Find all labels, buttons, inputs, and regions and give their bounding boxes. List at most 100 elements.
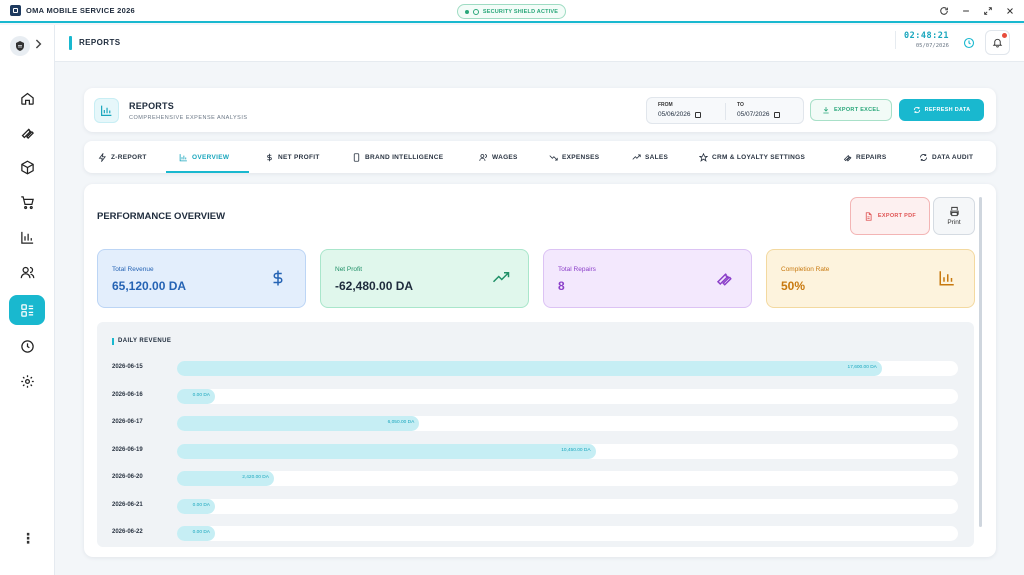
tab-label: NET PROFIT xyxy=(278,153,320,161)
tab-label: OVERVIEW xyxy=(192,153,230,161)
shield-icon xyxy=(472,8,479,15)
clock-icon xyxy=(20,339,34,353)
bar-chart-icon xyxy=(94,98,119,123)
status-dot-icon xyxy=(464,9,469,14)
revenue-date: 2026-06-20 xyxy=(112,474,143,480)
nav-stats[interactable] xyxy=(9,222,45,252)
users-icon xyxy=(479,153,487,161)
tab-brand-intelligence[interactable]: BRAND INTELLIGENCE xyxy=(352,141,443,173)
tab-label: EXPENSES xyxy=(562,153,600,161)
to-date-input[interactable]: 05/07/2026 xyxy=(737,111,780,118)
notification-dot xyxy=(1002,33,1007,38)
security-status-badge: SECURITY SHIELD ACTIVE xyxy=(457,4,566,19)
revenue-date: 2026-06-19 xyxy=(112,446,143,453)
to-label: TO xyxy=(737,102,744,108)
export-pdf-button[interactable]: EXPORT PDF xyxy=(850,197,930,235)
tab-data-audit[interactable]: DATA AUDIT xyxy=(919,141,973,173)
stat-value: 8 xyxy=(558,279,565,293)
minimize-button[interactable] xyxy=(958,2,974,20)
bell-icon xyxy=(992,38,1003,48)
expand-sidebar-icon[interactable] xyxy=(34,39,42,52)
tab-sales[interactable]: SALES xyxy=(632,141,668,173)
tab-label: WAGES xyxy=(492,153,518,161)
revenue-bar: 10,450.00 DA xyxy=(177,443,596,459)
tab-z-report[interactable]: Z-REPORT xyxy=(98,141,147,173)
tab-expenses[interactable]: EXPENSES xyxy=(549,141,599,173)
stat-card-total-repairs: Total Repairs 8 xyxy=(543,249,752,308)
from-date-input[interactable]: 05/06/2026 xyxy=(658,111,701,118)
security-status-label: SECURITY SHIELD ACTIVE xyxy=(482,8,559,15)
section-accent-bar xyxy=(112,338,114,345)
restore-button[interactable] xyxy=(980,2,996,20)
tab-label: BRAND INTELLIGENCE xyxy=(365,153,444,161)
revenue-bar: 0.00 DA xyxy=(177,526,215,541)
brand-logo-icon[interactable] xyxy=(10,36,30,56)
nav-users[interactable] xyxy=(9,257,45,287)
stat-value: 50% xyxy=(781,279,806,293)
export-pdf-label: EXPORT PDF xyxy=(877,213,917,219)
report-icon xyxy=(20,303,33,317)
revenue-row: 2026-06-17 6,050.00 DA xyxy=(112,414,958,432)
revenue-bar-track: 0.00 DA xyxy=(177,526,958,541)
close-button[interactable] xyxy=(1002,2,1018,20)
phone-icon xyxy=(353,152,360,162)
wrench-icon xyxy=(21,127,34,139)
bar-chart-icon xyxy=(20,231,33,244)
star-icon xyxy=(699,152,708,162)
nav-settings[interactable] xyxy=(9,366,45,396)
revenue-date: 2026-06-17 xyxy=(112,419,143,425)
tab-label: SALES xyxy=(645,153,669,161)
date-range: FROM 05/06/2026 TO 05/07/2026 xyxy=(646,97,804,124)
export-excel-label: EXPORT EXCEL xyxy=(833,107,881,113)
tab-repairs[interactable]: REPAIRS xyxy=(843,141,887,173)
nav-repairs[interactable] xyxy=(9,117,45,147)
revenue-bar: 0.00 DA xyxy=(177,498,215,514)
revenue-row: 2026-06-19 10,450.00 DA xyxy=(112,442,958,460)
scrollbar[interactable] xyxy=(979,197,982,527)
revenue-row: 2026-06-22 0.00 DA xyxy=(112,524,958,542)
notifications-button[interactable] xyxy=(985,30,1010,55)
calendar-icon[interactable] xyxy=(773,111,780,118)
cart-icon xyxy=(20,195,34,209)
revenue-bar-track: 17,600.00 DA xyxy=(177,361,958,376)
daily-revenue-title: DAILY REVENUE xyxy=(118,338,172,344)
clock-date: 05/07/2026 xyxy=(915,43,949,49)
tab-wages[interactable]: WAGES xyxy=(479,141,518,173)
more-options-icon[interactable]: ⋮ xyxy=(21,530,35,547)
print-button[interactable]: Print xyxy=(933,197,975,235)
calendar-icon[interactable] xyxy=(694,111,701,118)
stat-label: Total Repairs xyxy=(558,266,596,273)
bar-chart-icon xyxy=(936,267,958,289)
nav-history[interactable] xyxy=(9,331,45,361)
revenue-bar: 17,600.00 DA xyxy=(177,361,882,376)
header-accent-bar xyxy=(69,36,72,50)
tab-overview[interactable]: OVERVIEW xyxy=(179,141,229,173)
stat-card-net-profit: Net Profit -62,480.00 DA xyxy=(320,249,529,308)
refresh-data-button[interactable]: REFRESH DATA xyxy=(899,99,984,121)
revenue-amount: 6,050.00 DA xyxy=(387,420,415,425)
refresh-data-label: REFRESH DATA xyxy=(924,107,971,113)
active-tab-indicator xyxy=(166,171,249,173)
revenue-bar: 2,420.00 DA xyxy=(177,471,274,486)
overview-panel: PERFORMANCE OVERVIEW EXPORT PDF Print To… xyxy=(84,184,996,557)
nav-sales[interactable] xyxy=(9,187,45,217)
tab-crm-loyalty[interactable]: CRM & LOYALTY SETTINGS xyxy=(699,141,805,173)
clock-button[interactable] xyxy=(961,35,977,51)
refresh-icon xyxy=(913,106,920,114)
nav-reports[interactable] xyxy=(9,295,45,325)
page-header: REPORTS 02:48:21 05/07/2026 xyxy=(55,25,1024,62)
reports-header-card: REPORTS COMPREHENSIVE EXPENSE ANALYSIS F… xyxy=(84,88,996,132)
tab-net-profit[interactable]: NET PROFIT xyxy=(265,141,320,173)
nav-inventory[interactable] xyxy=(9,152,45,182)
reload-button[interactable] xyxy=(936,2,952,20)
stat-value: 65,120.00 DA xyxy=(112,279,187,293)
trend-up-icon xyxy=(632,153,641,160)
stat-label: Total Revenue xyxy=(112,266,154,273)
divider xyxy=(725,103,726,120)
app-logo-icon xyxy=(10,5,21,16)
nav-home[interactable] xyxy=(9,83,45,113)
revenue-bar-track: 10,450.00 DA xyxy=(177,443,958,459)
dollar-icon xyxy=(267,267,289,289)
clock: 02:48:21 05/07/2026 xyxy=(895,31,949,49)
export-excel-button[interactable]: EXPORT EXCEL xyxy=(810,99,892,121)
